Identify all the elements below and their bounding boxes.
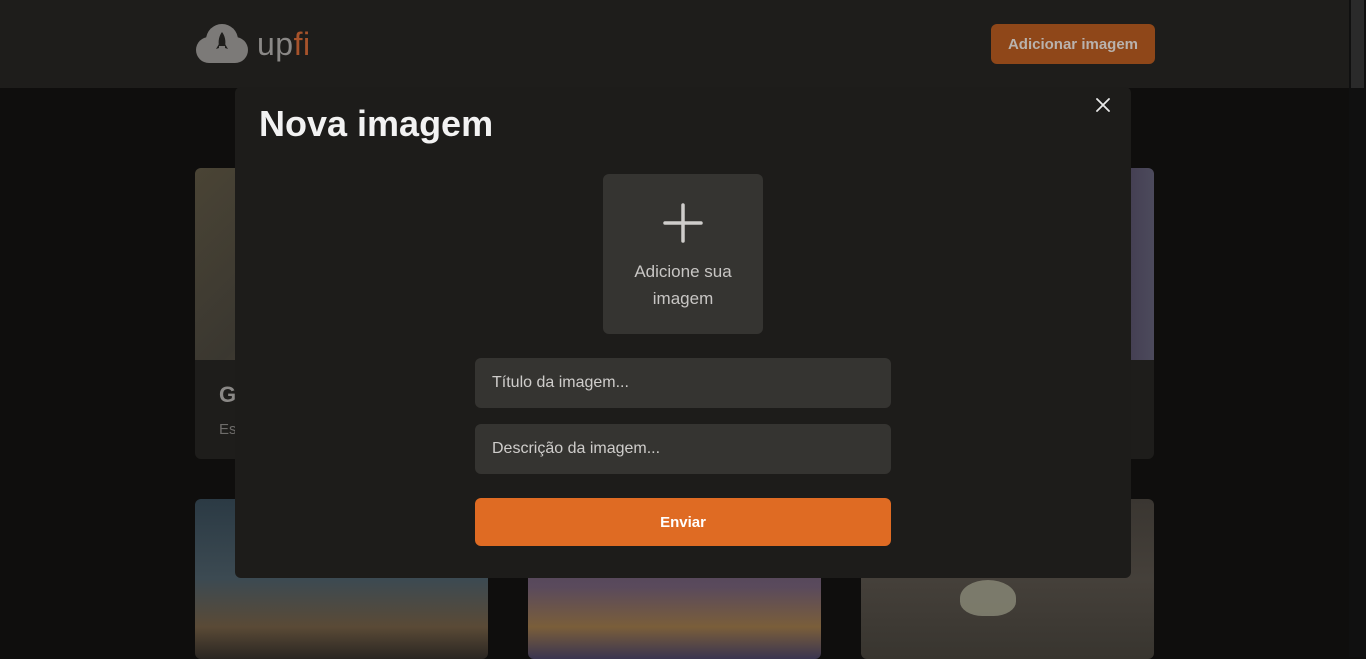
logo-text: upfi (257, 28, 311, 60)
image-title-input[interactable] (475, 358, 891, 408)
image-description-input[interactable] (475, 424, 891, 474)
logo-fi: fi (293, 26, 311, 62)
close-button[interactable] (1091, 93, 1115, 117)
modal-title: Nova imagem (259, 103, 494, 144)
app-header: upfi Adicionar imagem (0, 0, 1349, 88)
card-description: Es (219, 421, 237, 438)
add-image-button[interactable]: Adicionar imagem (991, 24, 1155, 64)
upload-label: Adicione sua imagem (634, 262, 732, 308)
close-icon (1096, 98, 1110, 112)
card-title: G (219, 382, 237, 407)
cactus-flower (960, 580, 1016, 616)
image-upload-dropzone[interactable]: Adicione sua imagem (603, 174, 763, 334)
logo-up: up (257, 26, 294, 62)
scrollbar-track[interactable] (1349, 0, 1366, 657)
plus-icon (663, 203, 703, 243)
new-image-modal: Nova imagem Adicione sua imagem Enviar (235, 87, 1131, 578)
submit-button[interactable]: Enviar (475, 498, 891, 546)
cloud-rocket-icon (196, 24, 248, 63)
scrollbar-thumb[interactable] (1351, 0, 1364, 88)
upfi-logo[interactable]: upfi (195, 22, 311, 66)
